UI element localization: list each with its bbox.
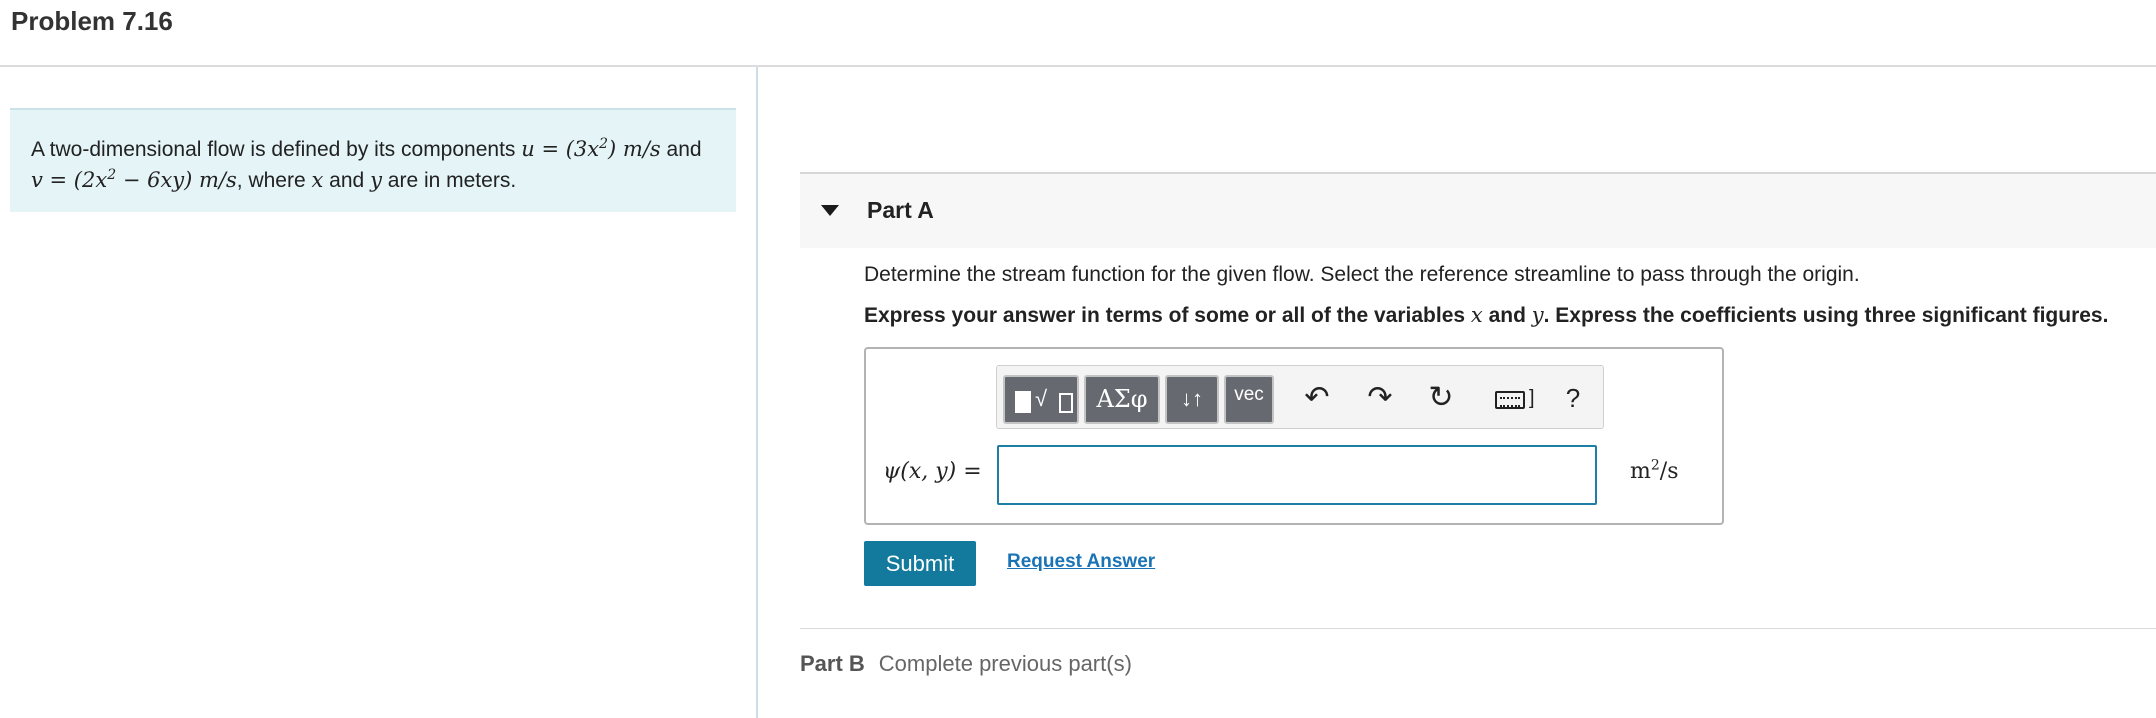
reset-icon[interactable]: ↻ xyxy=(1421,378,1461,418)
template-box-icon xyxy=(1059,393,1073,413)
part-b-divider xyxy=(800,628,2156,629)
problem-intro: A two-dimensional flow is defined by its… xyxy=(31,138,522,161)
help-button[interactable]: ? xyxy=(1553,378,1593,418)
y-variable: y xyxy=(370,168,382,192)
collapse-triangle-icon[interactable] xyxy=(821,205,839,216)
units-exponent: 2 xyxy=(1650,457,1660,474)
v-expression-base: v = (2x xyxy=(31,168,108,192)
keyboard-icon[interactable]: ] xyxy=(1491,378,1537,418)
x-variable: x xyxy=(311,168,324,192)
problem-tail: are in meters. xyxy=(381,169,517,192)
problem-statement: A two-dimensional flow is defined by its… xyxy=(10,108,736,212)
instruction-and: and xyxy=(1482,304,1532,327)
units-base: m xyxy=(1630,459,1651,484)
u-expression-close: ) m/s xyxy=(608,137,661,161)
part-b-row: Part B Complete previous part(s) xyxy=(800,651,1132,677)
greek-symbols-button[interactable]: ΑΣφ xyxy=(1084,375,1160,424)
template-square-icon xyxy=(1015,391,1031,413)
page-header: Problem 7.16 xyxy=(0,0,2156,67)
v-expression-rest: − 6xy) m/s xyxy=(116,168,237,192)
redo-icon[interactable]: ↷ xyxy=(1360,378,1400,418)
units-tail: /s xyxy=(1659,459,1679,484)
math-toolbar: √ ΑΣφ ↓↑ vec ↶ ↷ ↻ ] ? xyxy=(996,365,1604,429)
v-expression: v = (2x2 − 6xy) m/s xyxy=(31,168,237,192)
part-a-prompt: Determine the stream function for the gi… xyxy=(864,263,1860,286)
keyboard-shape-icon xyxy=(1495,391,1525,409)
instruction-y-variable: y xyxy=(1531,303,1544,327)
page-title: Problem 7.16 xyxy=(11,6,173,36)
u-expression: u = (3x2) m/s xyxy=(521,137,660,161)
part-a-label: Part A xyxy=(867,197,934,223)
answer-units: m2/s xyxy=(1630,459,1679,484)
vector-button[interactable]: vec xyxy=(1224,375,1274,424)
problem-where: , where xyxy=(236,169,312,192)
request-answer-link[interactable]: Request Answer xyxy=(1007,551,1155,573)
part-b-label: Part B xyxy=(800,651,865,676)
part-a-header[interactable]: Part A xyxy=(800,172,2156,248)
answer-label: ψ(x, y) = xyxy=(883,459,982,484)
part-b-status: Complete previous part(s) xyxy=(878,651,1132,676)
instruction-end: . Express the coefficients using three s… xyxy=(1543,304,2109,327)
v-exponent: 2 xyxy=(107,167,117,183)
keyboard-bracket-icon: ] xyxy=(1529,387,1535,409)
problem-and-2: and xyxy=(323,169,371,192)
instruction-x-variable: x xyxy=(1470,303,1483,327)
sqrt-icon: √ xyxy=(1035,386,1048,411)
submit-button[interactable]: Submit xyxy=(864,541,976,586)
part-a-instruction: Express your answer in terms of some or … xyxy=(864,303,2108,328)
undo-icon[interactable]: ↶ xyxy=(1297,378,1337,418)
problem-and: and xyxy=(660,138,702,161)
u-expression-base: u = (3x xyxy=(521,137,600,161)
column-divider xyxy=(756,67,758,718)
u-exponent: 2 xyxy=(599,136,609,152)
answer-panel: √ ΑΣφ ↓↑ vec ↶ ↷ ↻ ] ? ψ(x, y) = m2/s xyxy=(864,347,1724,525)
instruction-start: Express your answer in terms of some or … xyxy=(864,304,1471,327)
template-sqrt-button[interactable]: √ xyxy=(1003,375,1079,424)
answer-input[interactable] xyxy=(997,445,1597,505)
subscript-superscript-button[interactable]: ↓↑ xyxy=(1165,375,1219,424)
